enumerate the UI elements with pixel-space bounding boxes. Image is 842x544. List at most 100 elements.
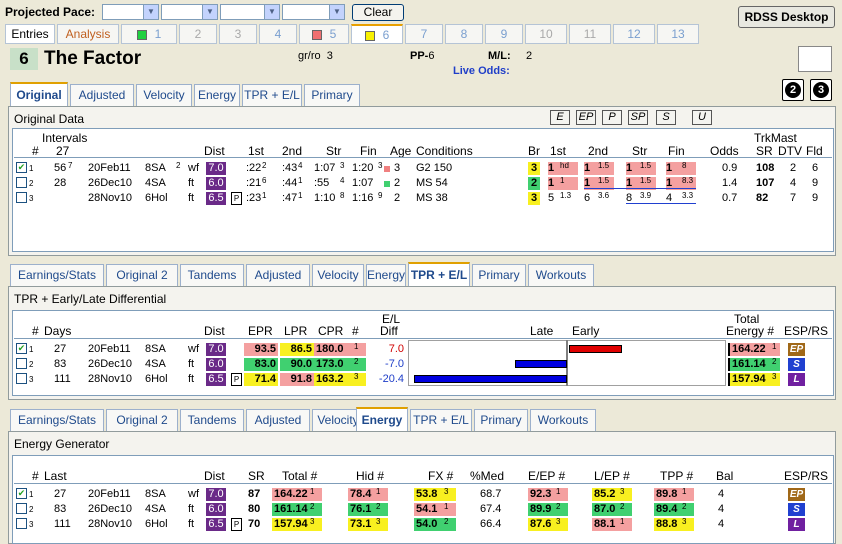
tab-race-1[interactable]: 1 bbox=[121, 24, 177, 44]
race-sup: 2 bbox=[176, 161, 181, 170]
second-call-time: :44 bbox=[282, 177, 298, 189]
first-call-time: :21 bbox=[246, 177, 262, 189]
tab-primary[interactable]: Primary bbox=[474, 409, 528, 431]
tab-race-2[interactable]: 2 bbox=[179, 24, 217, 44]
col-esp-rs: ESP/RS bbox=[784, 469, 829, 483]
tab-primary[interactable]: Primary bbox=[304, 84, 360, 106]
tab-race-9[interactable]: 9 bbox=[485, 24, 523, 44]
esp-rs-badge: EP bbox=[788, 343, 805, 356]
tab-tpr-el[interactable]: TPR + E/L bbox=[408, 262, 470, 286]
row-checkbox[interactable] bbox=[16, 192, 27, 203]
tab-adjusted[interactable]: Adjusted bbox=[246, 264, 310, 286]
col-dtv: DTV bbox=[778, 144, 802, 158]
hid-rank: 2 bbox=[376, 502, 381, 511]
tab-entries[interactable]: Entries bbox=[5, 24, 55, 44]
hid: 78.4 bbox=[348, 488, 388, 501]
speed-rating: 82 bbox=[756, 192, 769, 204]
tpp-rank: 3 bbox=[682, 517, 687, 526]
row-number: 2 bbox=[29, 360, 34, 369]
chevron-down-icon[interactable]: ▼ bbox=[143, 5, 158, 19]
chevron-down-icon[interactable]: ▼ bbox=[264, 5, 279, 19]
tab-energy[interactable]: Energy bbox=[356, 407, 408, 431]
tab-race-8[interactable]: 8 bbox=[445, 24, 483, 44]
tab-race-5[interactable]: 5 bbox=[299, 24, 349, 44]
row-checkbox[interactable]: ✔ bbox=[16, 162, 27, 173]
tab-adjusted[interactable]: Adjusted bbox=[70, 84, 134, 106]
tab-earnings-stats[interactable]: Earnings/Stats bbox=[10, 409, 104, 431]
chevron-down-icon[interactable]: ▼ bbox=[202, 5, 217, 19]
call-underline bbox=[584, 188, 696, 189]
fx: 54.1 bbox=[414, 503, 456, 516]
filter-ep-button[interactable]: EP bbox=[576, 110, 596, 125]
number-2-icon-button[interactable]: 2 bbox=[782, 79, 804, 101]
tab-velocity[interactable]: Velocity bbox=[312, 264, 364, 286]
clear-button[interactable]: Clear bbox=[352, 4, 404, 21]
field-size: 9 bbox=[812, 192, 819, 204]
call-underline bbox=[626, 203, 696, 204]
col-dist: Dist bbox=[204, 324, 225, 338]
pace-select-3[interactable]: ▼ bbox=[220, 4, 280, 20]
filter-s-button[interactable]: S bbox=[656, 110, 676, 125]
row-checkbox[interactable] bbox=[16, 373, 27, 384]
tab-adjusted[interactable]: Adjusted bbox=[246, 409, 310, 431]
tab-race-12[interactable]: 12 bbox=[613, 24, 655, 44]
p-flag-icon: P bbox=[231, 518, 242, 531]
tab-velocity[interactable]: Velocity bbox=[136, 84, 192, 106]
pace-select-2[interactable]: ▼ bbox=[161, 4, 218, 20]
conditions: MS 38 bbox=[416, 192, 448, 204]
tab-race-7[interactable]: 7 bbox=[405, 24, 443, 44]
row-checkbox[interactable] bbox=[16, 503, 27, 514]
row-checkbox[interactable]: ✔ bbox=[16, 488, 27, 499]
stretch-time: :55 bbox=[314, 177, 330, 189]
row-checkbox[interactable] bbox=[16, 518, 27, 529]
pace-select-1[interactable]: ▼ bbox=[102, 4, 159, 20]
epr: 83.0 bbox=[244, 358, 278, 371]
morning-line-label: M/L: bbox=[488, 50, 511, 62]
filter-sp-button[interactable]: SP bbox=[628, 110, 648, 125]
tab-energy[interactable]: Energy bbox=[194, 84, 240, 106]
call-fin-margin: 8 bbox=[682, 161, 687, 170]
tpp: 88.8 bbox=[654, 518, 694, 531]
rdss-desktop-button[interactable]: RDSS Desktop bbox=[738, 6, 835, 28]
row-checkbox[interactable]: ✔ bbox=[16, 343, 27, 354]
tab-workouts[interactable]: Workouts bbox=[530, 409, 596, 431]
race-date: 28Nov10 bbox=[88, 192, 133, 204]
odds: 0.9 bbox=[722, 162, 738, 174]
live-odds-label: Live Odds: bbox=[453, 65, 510, 77]
tpr-title: TPR + Early/Late Differential bbox=[14, 292, 167, 306]
pct-med: 67.4 bbox=[480, 503, 502, 515]
pace-select-4[interactable]: ▼ bbox=[282, 4, 345, 20]
tab-tpr-el[interactable]: TPR + E/L bbox=[242, 84, 302, 106]
tab-primary[interactable]: Primary bbox=[472, 264, 526, 286]
tab-analysis[interactable]: Analysis bbox=[57, 24, 119, 44]
l-ep: 87.0 bbox=[592, 503, 632, 516]
filter-p-button[interactable]: P bbox=[602, 110, 622, 125]
tab-race-13[interactable]: 13 bbox=[657, 24, 699, 44]
tab-tandems[interactable]: Tandems bbox=[180, 409, 244, 431]
tab-tpr-el[interactable]: TPR + E/L bbox=[410, 409, 472, 431]
tab-race-10[interactable]: 10 bbox=[525, 24, 567, 44]
tpp-rank: 2 bbox=[682, 502, 687, 511]
surface: wf bbox=[188, 488, 199, 500]
tab-race-4[interactable]: 4 bbox=[259, 24, 297, 44]
tab-race-11[interactable]: 11 bbox=[569, 24, 611, 44]
tab-race-3[interactable]: 3 bbox=[219, 24, 257, 44]
tab-original-2[interactable]: Original 2 bbox=[106, 264, 178, 286]
tab-earnings-stats[interactable]: Earnings/Stats bbox=[10, 264, 104, 286]
tab-tandems[interactable]: Tandems bbox=[180, 264, 244, 286]
number-3-icon-button[interactable]: 3 bbox=[810, 79, 832, 101]
row-checkbox[interactable] bbox=[16, 358, 27, 369]
tab-original[interactable]: Original bbox=[10, 82, 68, 106]
col-fin: Fin bbox=[360, 144, 377, 158]
header-divider bbox=[14, 338, 832, 339]
call-2nd-margin: 1.5 bbox=[598, 176, 610, 185]
surface: ft bbox=[188, 358, 195, 370]
chevron-down-icon[interactable]: ▼ bbox=[329, 5, 344, 19]
filter-e-button[interactable]: E bbox=[550, 110, 570, 125]
tab-race-6[interactable]: 6 bbox=[351, 24, 403, 44]
tab-original-2[interactable]: Original 2 bbox=[106, 409, 178, 431]
filter-u-button[interactable]: U bbox=[692, 110, 712, 125]
tab-workouts[interactable]: Workouts bbox=[528, 264, 594, 286]
tab-energy[interactable]: Energy bbox=[366, 264, 406, 286]
row-checkbox[interactable] bbox=[16, 177, 27, 188]
